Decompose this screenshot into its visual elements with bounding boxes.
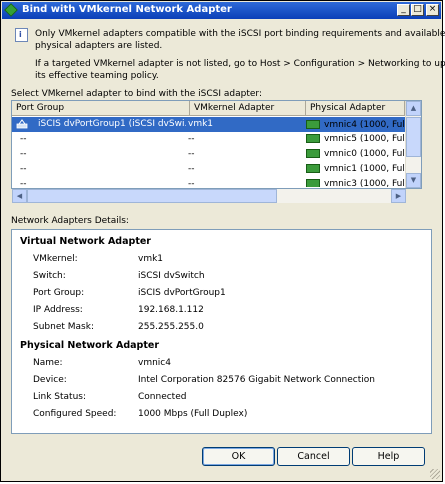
link-status-label: Link Status: — [33, 392, 87, 402]
physical-adapter-label: vmnic4 (1000, Full) — [324, 120, 411, 130]
vmkernel-cell: -- — [188, 134, 195, 144]
table-row[interactable]: -- -- vmnic3 (1000, Full) — [12, 177, 405, 187]
adapter-list[interactable]: Port Group VMkernel Adapter Physical Ada… — [11, 100, 422, 189]
info-icon: i — [15, 28, 28, 42]
port-group-label: Port Group: — [33, 288, 85, 298]
table-row[interactable]: iSCIS dvPortGroup1 (iSCSI dvSwi... vmk1 … — [12, 117, 411, 132]
bind-vmkernel-dialog: Bind with VMkernel Network Adapter _ □ ×… — [0, 0, 445, 482]
vmkernel-cell: -- — [188, 179, 195, 187]
column-header-physical-adapter[interactable]: Physical Adapter — [306, 101, 405, 116]
port-group-cell: -- — [20, 134, 27, 144]
horizontal-scrollbar[interactable]: ◀ ▶ — [12, 189, 406, 203]
physical-adapter-cell: vmnic0 (1000, Full) — [306, 149, 411, 159]
info-line-2: physical adapters are listed. — [35, 41, 163, 51]
info-line-3: If a targeted VMkernel adapter is not li… — [35, 59, 445, 69]
subnet-mask-label: Subnet Mask: — [33, 322, 94, 332]
close-button[interactable]: × — [426, 4, 439, 16]
cancel-button[interactable]: Cancel — [277, 447, 350, 466]
maximize-button[interactable]: □ — [411, 4, 424, 16]
physical-adapter-label: vmnic3 (1000, Full) — [324, 179, 405, 187]
switch-label: Switch: — [33, 271, 66, 281]
port-group-cell: iSCIS dvPortGroup1 (iSCSI dvSwi... — [38, 119, 186, 129]
table-row[interactable]: -- -- vmnic0 (1000, Full) — [12, 147, 411, 162]
physical-adapter-label: vmnic0 (1000, Full) — [324, 149, 411, 159]
vmkernel-cell: -- — [188, 164, 195, 174]
select-label: Select VMkernel adapter to bind with the… — [11, 89, 262, 99]
link-status-value: Connected — [138, 392, 187, 402]
name-label: Name: — [33, 358, 63, 368]
scroll-right-arrow-icon[interactable]: ▶ — [391, 189, 406, 203]
info-line-1: Only VMkernel adapters compatible with t… — [35, 29, 445, 39]
port-group-cell: -- — [20, 149, 27, 159]
column-header-vmkernel-adapter[interactable]: VMkernel Adapter — [190, 101, 306, 116]
scroll-up-arrow-icon[interactable]: ▲ — [406, 101, 421, 116]
ip-address-label: IP Address: — [33, 305, 83, 315]
subnet-mask-value: 255.255.255.0 — [138, 322, 204, 332]
network-card-icon — [306, 120, 320, 129]
column-header-port-group[interactable]: Port Group — [12, 101, 190, 116]
help-button[interactable]: Help — [352, 447, 425, 466]
table-row[interactable]: -- -- vmnic1 (1000, Full) — [12, 162, 411, 177]
device-value: Intel Corporation 82576 Gigabit Network … — [138, 375, 375, 385]
vmkernel-cell: vmk1 — [188, 119, 214, 129]
vmware-icon — [4, 3, 18, 17]
window-title: Bind with VMkernel Network Adapter — [22, 4, 232, 15]
network-card-icon — [306, 164, 320, 173]
physical-adapter-cell: vmnic3 (1000, Full) — [306, 179, 405, 187]
minimize-button[interactable]: _ — [397, 4, 410, 16]
port-group-cell: -- — [20, 164, 27, 174]
scroll-left-arrow-icon[interactable]: ◀ — [12, 189, 27, 203]
ok-button[interactable]: OK — [202, 447, 275, 466]
physical-adapter-heading: Physical Network Adapter — [20, 340, 160, 351]
configured-speed-label: Configured Speed: — [33, 409, 117, 419]
vertical-scroll-thumb[interactable] — [406, 117, 421, 157]
network-card-icon — [306, 179, 320, 187]
title-bar[interactable]: Bind with VMkernel Network Adapter _ □ × — [2, 2, 441, 19]
ip-address-value: 192.168.1.112 — [138, 305, 204, 315]
configured-speed-value: 1000 Mbps (Full Duplex) — [138, 409, 248, 419]
horizontal-scroll-thumb[interactable] — [27, 189, 277, 203]
name-value: vmnic4 — [138, 358, 171, 368]
details-label: Network Adapters Details: — [11, 216, 129, 226]
network-card-icon — [306, 149, 320, 158]
physical-adapter-label: vmnic5 (1000, Full) — [324, 134, 411, 144]
table-row[interactable]: -- -- vmnic5 (1000, Full) — [12, 132, 411, 147]
vmkernel-label: VMkernel: — [33, 254, 78, 264]
vmkernel-value: vmk1 — [138, 254, 164, 264]
device-label: Device: — [33, 375, 67, 385]
physical-adapter-cell: vmnic4 (1000, Full) — [306, 120, 411, 130]
adapter-details-panel: Virtual Network Adapter VMkernel: vmk1 S… — [11, 229, 432, 434]
physical-adapter-cell: vmnic1 (1000, Full) — [306, 164, 411, 174]
virtual-adapter-heading: Virtual Network Adapter — [20, 236, 151, 247]
port-group-cell: -- — [20, 179, 27, 187]
info-line-4: its effective teaming policy. — [35, 71, 159, 81]
vertical-scrollbar[interactable]: ▲ ▼ — [405, 101, 421, 188]
vmkernel-adapter-icon — [16, 119, 28, 129]
physical-adapter-cell: vmnic5 (1000, Full) — [306, 134, 411, 144]
resize-grip-icon[interactable] — [430, 469, 440, 479]
scroll-down-arrow-icon[interactable]: ▼ — [406, 173, 421, 188]
port-group-value: iSCIS dvPortGroup1 — [138, 288, 226, 298]
network-card-icon — [306, 134, 320, 143]
physical-adapter-label: vmnic1 (1000, Full) — [324, 164, 411, 174]
switch-value: iSCSI dvSwitch — [138, 271, 205, 281]
vmkernel-cell: -- — [188, 149, 195, 159]
